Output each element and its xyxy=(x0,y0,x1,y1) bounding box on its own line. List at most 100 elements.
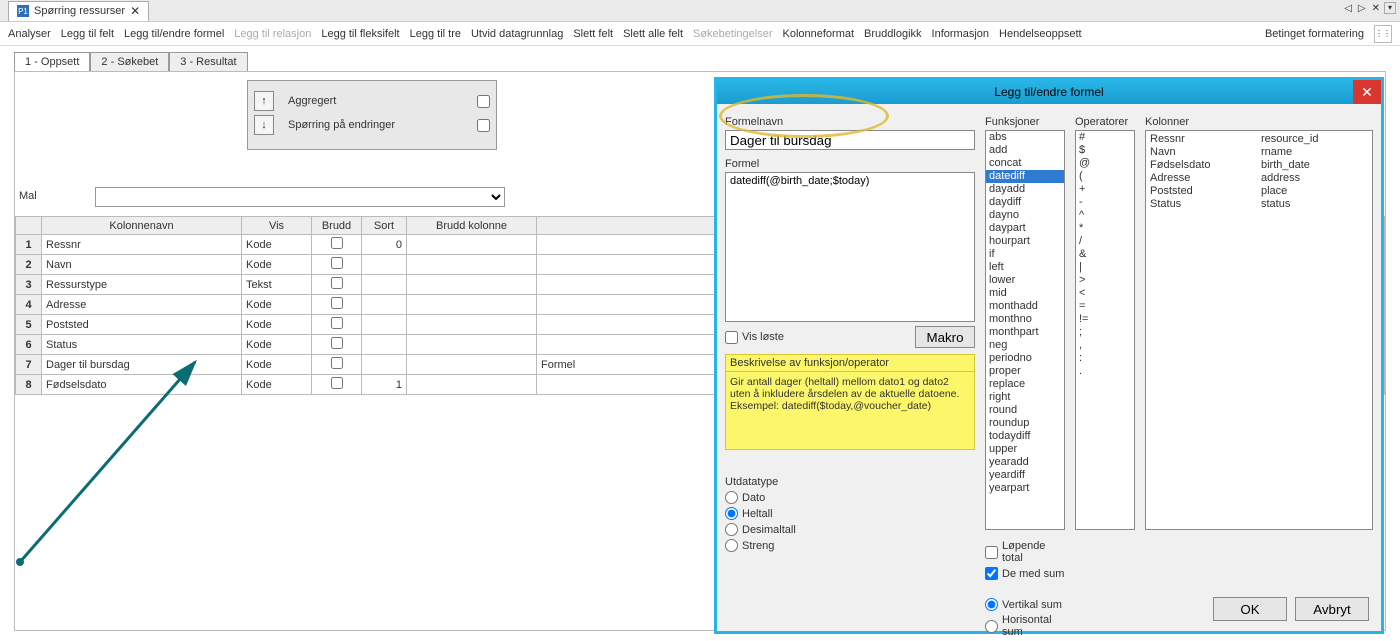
move-down-button[interactable]: ↓ xyxy=(254,115,274,135)
move-up-button[interactable]: ↑ xyxy=(254,91,274,111)
operator-item[interactable]: - xyxy=(1076,196,1134,209)
brudd-checkbox[interactable] xyxy=(331,237,343,249)
cell-kolonnenavn[interactable]: Status xyxy=(42,335,242,355)
cell-brudd[interactable] xyxy=(312,295,362,315)
funksjon-item[interactable]: roundup xyxy=(986,417,1064,430)
horisontal-radio[interactable] xyxy=(985,620,998,633)
menu-slett-felt[interactable]: Slett felt xyxy=(573,28,613,40)
cell-vis[interactable]: Kode xyxy=(242,335,312,355)
avbryt-button[interactable]: Avbryt xyxy=(1295,597,1369,621)
cell-brudd[interactable] xyxy=(312,275,362,295)
funksjon-item[interactable]: lower xyxy=(986,274,1064,287)
operator-item[interactable]: ( xyxy=(1076,170,1134,183)
operator-item[interactable]: * xyxy=(1076,222,1134,235)
ok-button[interactable]: OK xyxy=(1213,597,1287,621)
cell-brudd[interactable] xyxy=(312,315,362,335)
cell-bruddkolonne[interactable] xyxy=(407,375,537,395)
operator-item[interactable]: = xyxy=(1076,300,1134,313)
funksjon-item[interactable]: dayadd xyxy=(986,183,1064,196)
aggregert-checkbox[interactable] xyxy=(477,95,490,108)
cell-vis[interactable]: Kode xyxy=(242,355,312,375)
grid-header-brudd[interactable]: Brudd xyxy=(312,217,362,235)
operator-item[interactable]: ^ xyxy=(1076,209,1134,222)
cell-kolonnenavn[interactable]: Ressnr xyxy=(42,235,242,255)
funksjon-item[interactable]: left xyxy=(986,261,1064,274)
menu-betinget-formatering[interactable]: Betinget formatering xyxy=(1265,28,1364,40)
funksjon-item[interactable]: upper xyxy=(986,443,1064,456)
grid-header-kolonnenavn[interactable]: Kolonnenavn xyxy=(42,217,242,235)
funksjon-item[interactable]: daypart xyxy=(986,222,1064,235)
funksjon-item[interactable]: abs xyxy=(986,131,1064,144)
menu-analyser[interactable]: Analyser xyxy=(8,28,51,40)
cell-kolonnenavn[interactable]: Dager til bursdag xyxy=(42,355,242,375)
cell-sort[interactable] xyxy=(362,255,407,275)
brudd-checkbox[interactable] xyxy=(331,337,343,349)
operatorer-listbox[interactable]: #$@(+-^*/&|><=!=;,:. xyxy=(1075,130,1135,530)
operator-item[interactable]: ; xyxy=(1076,326,1134,339)
cell-vis[interactable]: Kode xyxy=(242,315,312,335)
cell-bruddkolonne[interactable] xyxy=(407,295,537,315)
grid-header-sort[interactable]: Sort xyxy=(362,217,407,235)
funksjon-item[interactable]: concat xyxy=(986,157,1064,170)
cell-bruddkolonne[interactable] xyxy=(407,235,537,255)
cell-kolonnenavn[interactable]: Poststed xyxy=(42,315,242,335)
funksjon-item[interactable]: yearpart xyxy=(986,482,1064,495)
cell-brudd[interactable] xyxy=(312,335,362,355)
nav-next-icon[interactable]: ▷ xyxy=(1356,3,1368,14)
funksjon-item[interactable]: proper xyxy=(986,365,1064,378)
menu-hendelseoppsett[interactable]: Hendelseoppsett xyxy=(999,28,1082,40)
funksjon-item[interactable]: monthpart xyxy=(986,326,1064,339)
cell-sort[interactable] xyxy=(362,315,407,335)
kolonner-listbox[interactable]: Ressnrresource_idNavnrnameFødselsdatobir… xyxy=(1145,130,1373,530)
grid-header-bruddkolonne[interactable]: Brudd kolonne xyxy=(407,217,537,235)
menu-slett-alle-felt[interactable]: Slett alle felt xyxy=(623,28,683,40)
endringer-checkbox[interactable] xyxy=(477,119,490,132)
cell-bruddkolonne[interactable] xyxy=(407,275,537,295)
operator-item[interactable]: > xyxy=(1076,274,1134,287)
funksjon-item[interactable]: todaydiff xyxy=(986,430,1064,443)
kolonne-item[interactable]: Ressnrresource_id xyxy=(1148,133,1370,146)
cell-bruddkolonne[interactable] xyxy=(407,335,537,355)
brudd-checkbox[interactable] xyxy=(331,357,343,369)
funksjon-item[interactable]: yearadd xyxy=(986,456,1064,469)
funksjon-item[interactable]: add xyxy=(986,144,1064,157)
cell-sort[interactable] xyxy=(362,355,407,375)
funksjon-item[interactable]: hourpart xyxy=(986,235,1064,248)
funksjon-item[interactable]: monthno xyxy=(986,313,1064,326)
tab-sokebet[interactable]: 2 - Søkebet xyxy=(90,52,169,71)
cell-vis[interactable]: Kode xyxy=(242,375,312,395)
menu-overflow-icon[interactable]: ⋮⋮ xyxy=(1374,25,1392,43)
makro-button[interactable]: Makro xyxy=(915,326,975,348)
menu-legg-til-tre[interactable]: Legg til tre xyxy=(410,28,461,40)
brudd-checkbox[interactable] xyxy=(331,297,343,309)
operator-item[interactable]: / xyxy=(1076,235,1134,248)
tab-resultat[interactable]: 3 - Resultat xyxy=(169,52,247,71)
utdatatype-desimaltall-radio[interactable] xyxy=(725,523,738,536)
operator-item[interactable]: + xyxy=(1076,183,1134,196)
funksjon-item[interactable]: replace xyxy=(986,378,1064,391)
kolonne-item[interactable]: Fødselsdatobirth_date xyxy=(1148,159,1370,172)
operator-item[interactable]: : xyxy=(1076,352,1134,365)
brudd-checkbox[interactable] xyxy=(331,377,343,389)
cell-bruddkolonne[interactable] xyxy=(407,315,537,335)
operator-item[interactable]: @ xyxy=(1076,157,1134,170)
menu-legg-til-felt[interactable]: Legg til felt xyxy=(61,28,114,40)
cell-sort[interactable]: 1 xyxy=(362,375,407,395)
funksjon-item[interactable]: right xyxy=(986,391,1064,404)
cell-brudd[interactable] xyxy=(312,355,362,375)
formel-textarea[interactable]: datediff(@birth_date;$today) xyxy=(725,172,975,322)
funksjoner-listbox[interactable]: absaddconcatdatediffdayadddaydiffdaynoda… xyxy=(985,130,1065,530)
operator-item[interactable]: $ xyxy=(1076,144,1134,157)
cell-vis[interactable]: Tekst xyxy=(242,275,312,295)
cell-sort[interactable] xyxy=(362,295,407,315)
brudd-checkbox[interactable] xyxy=(331,257,343,269)
funksjon-item[interactable]: neg xyxy=(986,339,1064,352)
cell-sort[interactable] xyxy=(362,335,407,355)
brudd-checkbox[interactable] xyxy=(331,317,343,329)
cell-vis[interactable]: Kode xyxy=(242,255,312,275)
formelnavn-input[interactable] xyxy=(725,130,975,150)
kolonne-item[interactable]: Adresseaddress xyxy=(1148,172,1370,185)
close-icon[interactable]: ✕ xyxy=(130,4,140,18)
funksjon-item[interactable]: round xyxy=(986,404,1064,417)
cell-brudd[interactable] xyxy=(312,235,362,255)
